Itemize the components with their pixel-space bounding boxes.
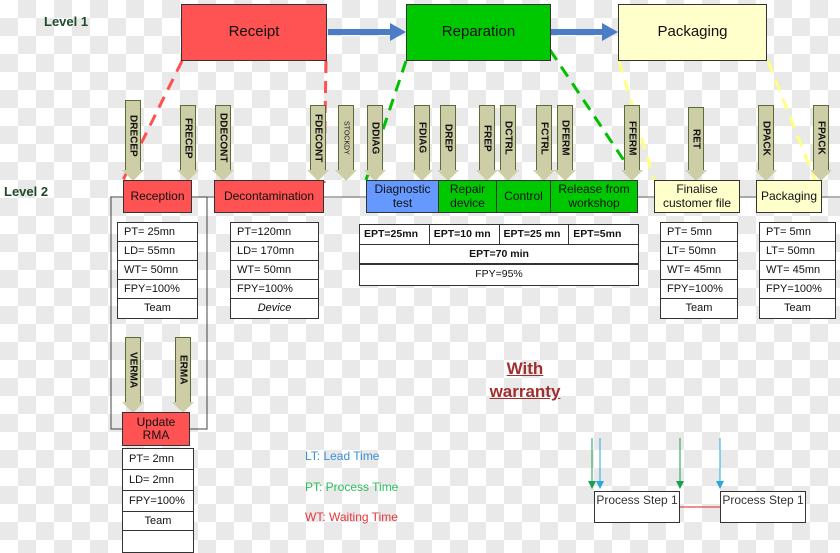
ept-repair: EPT=10 mn [430, 225, 500, 244]
metric-resource: Team [144, 302, 171, 314]
metric-resource: Team [685, 302, 713, 314]
reception-metrics-table: PT= 25mn LD= 55mn WT= 50mn FPY=100% Team [117, 222, 198, 319]
level2-update-rma[interactable]: Update RMA [122, 412, 190, 446]
level-1-label: Level 1 [44, 14, 89, 29]
metric-ld: LD= 55mn [118, 242, 197, 261]
level2-packaging[interactable]: Packaging [756, 180, 822, 213]
metric-fpy: FPY=100% [661, 280, 737, 299]
metric-fpy: FPY=100% [760, 280, 835, 299]
legend-waiting-time: WT: Waiting Time [305, 510, 398, 524]
fpy-total: FPY=95% [475, 268, 523, 280]
metric-pt: PT= 2mn [123, 449, 193, 470]
metric-pt: PT=120mn [231, 223, 318, 242]
metric-resource: Device [257, 302, 292, 314]
finalise-metrics-table: PT= 5mn LT= 50mn WT= 45mn FPY=100% Team [660, 222, 738, 319]
level2-decontamination[interactable]: Decontamination [214, 180, 324, 213]
packaging-metrics-table: PT= 5mn LT= 50mn WT= 45mn FPY=100% Team [759, 222, 836, 319]
level1-reparation[interactable]: Reparation [406, 4, 551, 61]
metric-wt: WT= 50mn [118, 261, 197, 280]
level2-diagnostic-test[interactable]: Diagnostic test [366, 180, 439, 213]
metric-resource: Team [784, 302, 811, 314]
level1-receipt[interactable]: Receipt [181, 4, 327, 61]
metric-pt: PT= 5mn [661, 223, 737, 242]
metric-resource: Team [123, 512, 193, 531]
level2-repair-device[interactable]: Repair device [438, 180, 497, 213]
legend-lead-time: LT: Lead Time [305, 449, 380, 463]
decontamination-metrics-table: PT=120mn LD= 170mn WT= 50mn FPY=100% Dev… [230, 222, 319, 319]
metric-wt: WT= 50mn [231, 261, 318, 280]
mini-process-step-2[interactable]: Process Step 1 [720, 491, 806, 523]
metric-pt: PT= 25mn [118, 223, 197, 242]
metric-lt: LT= 50mn [760, 242, 835, 261]
level2-reception[interactable]: Reception [123, 180, 192, 213]
metric-fpy: FPY=100% [231, 280, 318, 299]
legend-process-time: PT: Process Time [305, 480, 399, 494]
metric-ld: LD= 170mn [231, 242, 318, 261]
metric-fpy: FPY=100% [123, 491, 193, 512]
update-rma-metrics-table: PT= 2mn LD= 2mn FPY=100% Team [122, 448, 194, 553]
ept-diagnostic: EPT=25mn [360, 225, 430, 244]
level1-packaging[interactable]: Packaging [618, 4, 767, 61]
metric-wt: WT= 45mn [760, 261, 835, 280]
ept-release: EPT=5mn [573, 228, 622, 240]
mini-process-step-1[interactable]: Process Step 1 [594, 491, 680, 523]
metric-wt: WT= 45mn [661, 261, 737, 280]
warranty-heading: With warranty [489, 359, 561, 401]
metric-pt: PT= 5mn [760, 223, 835, 242]
metric-lt: LT= 50mn [661, 242, 737, 261]
level2-finalise-customer-file[interactable]: Finalise customer file [654, 180, 740, 213]
metric-empty [123, 531, 193, 552]
metric-fpy: FPY=100% [118, 280, 197, 299]
level-2-label: Level 2 [4, 184, 49, 199]
flow-arrowhead [390, 23, 406, 41]
zoom-line-packaging-right [766, 60, 817, 181]
metric-ld: LD= 2mn [123, 470, 193, 491]
level2-release-from-workshop[interactable]: Release from workshop [550, 180, 638, 213]
flow-arrowhead [602, 23, 618, 41]
level2-control[interactable]: Control [496, 180, 551, 213]
ept-total: EPT=70 min [469, 248, 529, 260]
ept-control: EPT=25 mn [500, 225, 570, 244]
reparation-ept-table: EPT=25mn EPT=10 mn EPT=25 mn EPT=5mn EPT… [359, 224, 639, 286]
